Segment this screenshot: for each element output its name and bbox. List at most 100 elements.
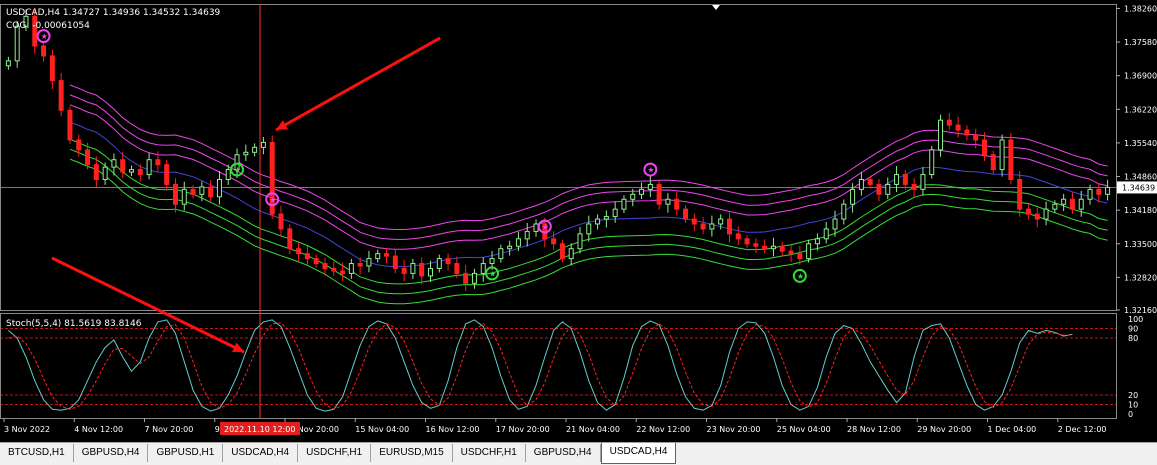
candle-body	[191, 189, 195, 194]
stoch-axis-label: 100	[1128, 315, 1143, 324]
candle-body	[982, 140, 986, 155]
candle-body	[446, 259, 450, 264]
crosshair-time-label: 2022.11.10 12:00	[224, 425, 295, 434]
candle-body	[420, 264, 424, 276]
chart-tab[interactable]: EURUSD,M15	[371, 444, 452, 462]
candle-body	[59, 81, 63, 111]
candle-body	[974, 135, 978, 140]
candle-body	[173, 184, 177, 204]
candle-body	[1035, 214, 1039, 219]
candle-body	[244, 152, 248, 154]
chart-tab[interactable]: BTCUSD,H1	[0, 444, 74, 462]
candle-body	[314, 259, 318, 264]
candle-body	[279, 214, 283, 229]
chart-background	[0, 0, 1157, 442]
candle-body	[499, 249, 503, 259]
candle-body	[569, 249, 573, 259]
time-axis-label: 2 Dec 12:00	[1058, 425, 1107, 434]
candle-body	[385, 254, 389, 256]
candle-body	[789, 251, 793, 253]
candle-body	[50, 56, 54, 81]
candle-body	[1026, 209, 1030, 214]
candle-body	[516, 239, 520, 246]
candle-body	[1062, 199, 1066, 204]
candle-body	[323, 264, 327, 269]
candle-body	[393, 256, 397, 268]
price-axis-label: 1.32160	[1124, 306, 1157, 315]
candle-body	[94, 165, 98, 180]
star-glyph: ★	[269, 195, 276, 204]
chart-tab[interactable]: USDCHF,H1	[298, 444, 371, 462]
candle-body	[886, 184, 890, 194]
candle-body	[86, 150, 90, 165]
candle-body	[640, 189, 644, 194]
candle-body	[411, 264, 415, 274]
candle-body	[815, 239, 819, 244]
candle-body	[508, 246, 512, 248]
candle-body	[288, 229, 292, 249]
candle-body	[103, 167, 107, 179]
time-axis-label: 17 Nov 20:00	[496, 425, 550, 434]
candle-body	[560, 244, 564, 259]
candle-body	[930, 150, 934, 175]
candle-body	[947, 120, 951, 125]
current-price-label: 1.34639	[1122, 183, 1155, 192]
candle-body	[587, 224, 591, 234]
time-axis-label: 4 Nov 12:00	[74, 425, 123, 434]
price-axis-label: 1.36220	[1124, 105, 1157, 114]
candle-body	[833, 219, 837, 229]
chart-tab[interactable]: GBPUSD,H4	[74, 444, 149, 462]
candle-body	[842, 204, 846, 219]
candle-body	[692, 219, 696, 224]
candle-body	[1018, 179, 1022, 209]
chart-tab[interactable]: GBPUSD,H4	[526, 444, 601, 462]
chart-tab[interactable]: GBPUSD,H1	[148, 444, 223, 462]
candle-body	[6, 61, 10, 66]
candle-body	[165, 165, 169, 185]
candle-body	[798, 254, 802, 259]
stochastic-info-label: Stoch(5,5,4) 81.5619 83.8146	[6, 319, 142, 329]
candle-body	[991, 155, 995, 170]
candle-body	[903, 175, 907, 185]
candle-body	[1070, 199, 1074, 209]
candle-body	[622, 199, 626, 209]
candle-body	[68, 110, 72, 140]
candle-body	[472, 273, 476, 283]
candle-body	[367, 259, 371, 266]
candle-body	[1106, 187, 1110, 194]
candle-body	[684, 209, 688, 219]
candle-body	[305, 254, 309, 259]
chart-tab[interactable]: USDCAD,H4	[223, 444, 298, 462]
candle-body	[912, 184, 916, 189]
stoch-axis-label: 0	[1128, 410, 1133, 419]
candle-body	[727, 219, 731, 234]
chart-tab[interactable]: USDCHF,H1	[453, 444, 526, 462]
stoch-axis-label: 80	[1128, 334, 1138, 343]
star-glyph: ★	[647, 166, 654, 175]
star-glyph: ★	[542, 222, 549, 231]
chart-tab[interactable]: USDCAD,H4	[601, 443, 677, 464]
candle-body	[965, 130, 969, 135]
candle-body	[455, 264, 459, 274]
candle-body	[666, 199, 670, 204]
candle-body	[332, 268, 336, 270]
price-axis-label: 1.38260	[1124, 4, 1157, 13]
candle-body	[376, 254, 380, 259]
time-axis-label: 1 Dec 04:00	[988, 425, 1037, 434]
candle-body	[490, 259, 494, 264]
candle-body	[297, 249, 301, 254]
chart-canvas[interactable]: ★★★★★★★ 1.382601.375801.369001.362201.35…	[0, 0, 1157, 442]
time-axis-label: 16 Nov 12:00	[426, 425, 480, 434]
candle-body	[552, 239, 556, 244]
candle-body	[921, 175, 925, 190]
candle-body	[121, 160, 125, 172]
star-glyph: ★	[41, 32, 48, 41]
time-axis-label: 25 Nov 04:00	[777, 425, 831, 434]
price-axis-label: 1.34180	[1124, 206, 1157, 215]
candle-body	[481, 264, 485, 274]
candle-body	[147, 160, 151, 175]
candle-body	[939, 120, 943, 150]
candle-body	[428, 268, 432, 275]
price-axis-label: 1.36900	[1124, 72, 1157, 81]
stoch-axis-label: 90	[1128, 325, 1138, 334]
